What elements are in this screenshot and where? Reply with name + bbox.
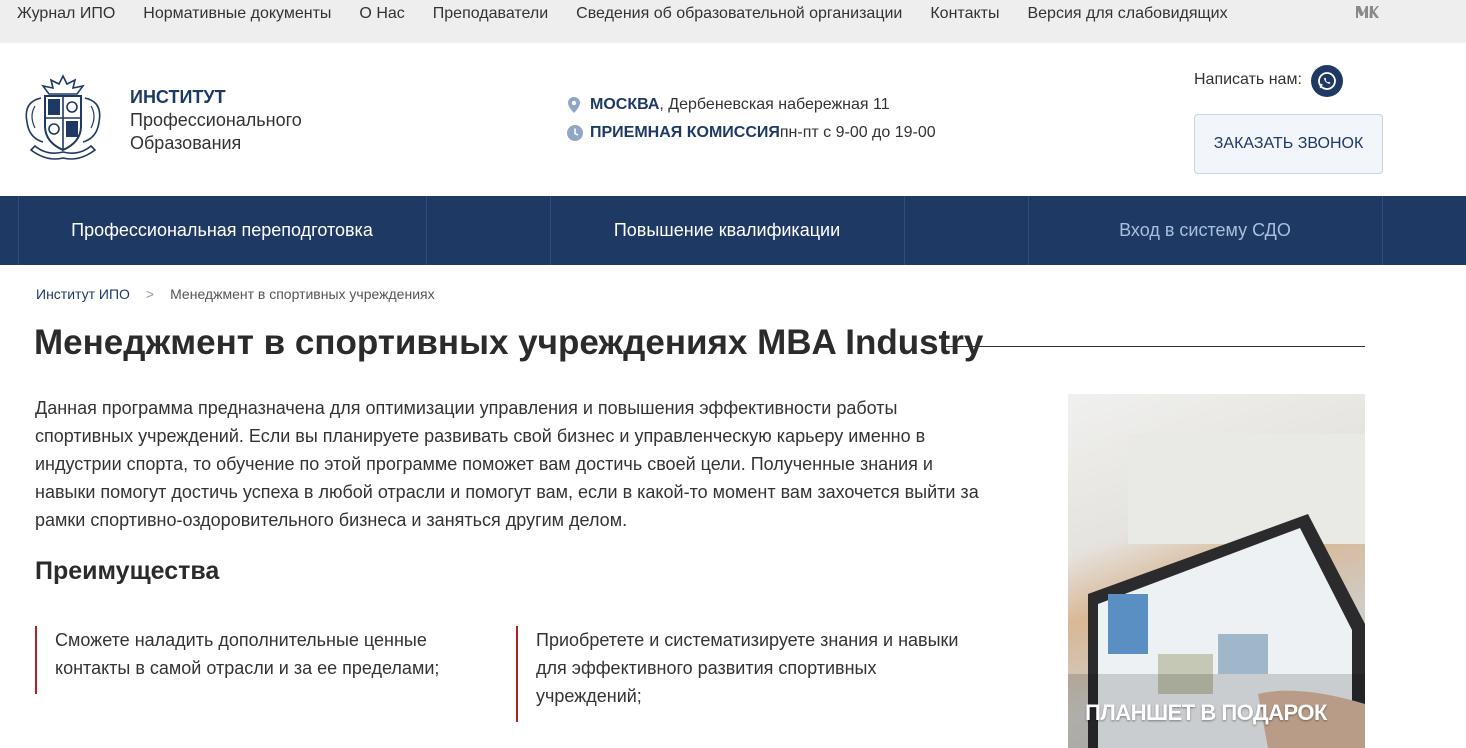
top-link-normative-docs[interactable]: Нормативные документы: [143, 5, 331, 23]
top-link-org-info[interactable]: Сведения об образовательной организации: [576, 5, 902, 23]
advantages-heading: Преимущества: [35, 557, 220, 585]
admission-hours: пн-пт с 9-00 до 19-00: [779, 124, 936, 141]
advantage-item: Приобретете и систематизируете знания и …: [516, 626, 976, 722]
breadcrumb-current: Менеджмент в спортивных учреждениях: [170, 286, 435, 302]
top-link-contacts[interactable]: Контакты: [930, 5, 999, 23]
tablet-image: [1068, 434, 1365, 748]
nav-item-qualification[interactable]: Повышение квалификации: [550, 196, 904, 265]
top-link-teachers[interactable]: Преподаватели: [433, 5, 548, 23]
breadcrumb: Институт ИПО > Менеджмент в спортивных у…: [36, 286, 435, 302]
promo-title: ПЛАНШЕТ В ПОДАРОК: [1085, 700, 1327, 725]
address-row: МОСКВА , Дербеневская набережная 11: [567, 96, 890, 114]
nav-divider: [426, 196, 427, 265]
nav-item-sdo-login[interactable]: Вход в систему СДО: [1028, 196, 1382, 265]
breadcrumb-home[interactable]: Институт ИПО: [36, 286, 130, 302]
top-nav: Журнал ИПО Нормативные документы О Нас П…: [17, 5, 1256, 23]
order-call-button[interactable]: ЗАКАЗАТЬ ЗВОНОК: [1194, 114, 1383, 174]
program-description: Данная программа предназначена для оптим…: [35, 398, 979, 530]
location-pin-icon: [567, 97, 583, 113]
nav-divider: [1382, 196, 1383, 265]
address-text: , Дербеневская набережная 11: [659, 96, 890, 113]
vk-icon[interactable]: [1355, 4, 1379, 25]
whatsapp-icon[interactable]: [1311, 65, 1343, 97]
top-link-about[interactable]: О Нас: [359, 5, 404, 23]
brand-line-1: ИНСТИТУТ: [130, 87, 226, 107]
city-label: МОСКВА: [590, 96, 660, 113]
admission-label: ПРИЕМНАЯ КОМИССИЯ: [590, 124, 780, 141]
clock-icon: [567, 125, 583, 141]
institute-logo[interactable]: [17, 72, 109, 164]
page-title: Менеджмент в спортивных учреждениях MBA …: [34, 323, 984, 362]
top-bar: Журнал ИПО Нормативные документы О Нас П…: [0, 0, 1466, 43]
nav-divider: [904, 196, 905, 265]
admission-row: ПРИЕМНАЯ КОМИССИЯ пн-пт с 9-00 до 19-00: [567, 124, 936, 142]
whatsapp-glyph: [1318, 72, 1336, 90]
coat-of-arms-icon: [25, 74, 101, 160]
brand-line-2: Профессионального: [130, 110, 302, 130]
vk-icon-glyph: [1356, 6, 1379, 18]
title-divider: [943, 346, 1365, 347]
top-link-accessibility[interactable]: Версия для слабовидящих: [1027, 5, 1227, 23]
main-nav: Профессиональная переподготовка Повышени…: [0, 196, 1466, 265]
write-us-label: Написать нам:: [1194, 71, 1302, 88]
brand-line-3: Образования: [130, 133, 242, 153]
nav-item-retraining[interactable]: Профессиональная переподготовка: [18, 196, 426, 265]
top-link-journal[interactable]: Журнал ИПО: [17, 5, 115, 23]
chevron-right-icon: >: [145, 286, 155, 302]
advantage-item: Сможете наладить дополнительные ценные к…: [35, 626, 485, 694]
promo-banner[interactable]: ПЛАНШЕТ В ПОДАРОК: [1068, 394, 1365, 748]
brand-name[interactable]: ИНСТИТУТ Профессионального Образования: [130, 86, 302, 155]
